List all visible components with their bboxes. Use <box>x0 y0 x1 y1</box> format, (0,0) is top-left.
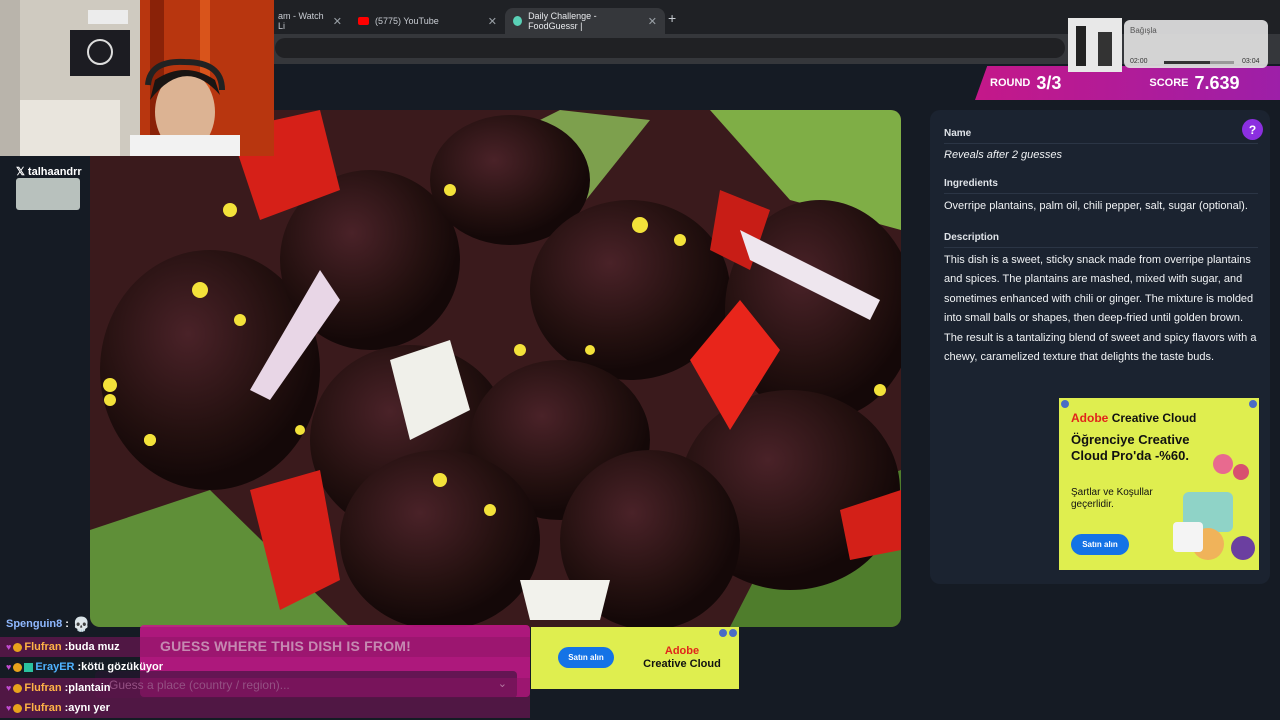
thumbnail-image <box>16 178 80 210</box>
x-handle: 𝕏 talhaandrr <box>16 165 82 178</box>
divider <box>944 247 1258 248</box>
tab-youtube[interactable]: (5775) YouTube ✕ <box>350 8 505 34</box>
mod-badge-icon <box>24 662 34 672</box>
tab-label: Daily Challenge - FoodGuessr | <box>528 11 597 31</box>
tab-foodguessr[interactable]: Daily Challenge - FoodGuessr | ✕ <box>505 8 665 34</box>
new-tab-button[interactable]: + <box>668 10 676 26</box>
x-logo-icon: 𝕏 <box>16 166 28 178</box>
ad-illustration <box>1173 454 1255 560</box>
sub-badge-icon <box>13 683 23 693</box>
song-length: 03:04 <box>1242 58 1260 65</box>
ad-brand-product: Creative Cloud <box>643 658 721 670</box>
address-field[interactable] <box>275 38 1065 58</box>
webcam-overlay <box>0 0 274 156</box>
heart-badge-icon: ♥ <box>6 683 12 693</box>
dish-image <box>90 110 901 627</box>
dish-photo <box>90 110 901 627</box>
chat-text: buda muz <box>68 641 120 653</box>
ad-close-icon[interactable] <box>729 629 737 637</box>
ingredients-heading: Ingredients <box>944 178 998 189</box>
chat-username: ErayER <box>35 661 75 673</box>
song-title: Bağışla <box>1130 26 1157 35</box>
tab-label: (5775) YouTube <box>375 16 439 26</box>
chat-username: Flufran <box>24 641 62 653</box>
foodguessr-icon <box>513 16 523 26</box>
round-label: ROUND <box>990 77 1031 89</box>
x-handle-text: talhaandrr <box>27 166 82 178</box>
album-cover <box>1068 18 1122 72</box>
sub-badge-icon <box>13 662 23 672</box>
ad-brand-adobe: Adobe <box>1071 411 1109 425</box>
chat-username: Flufran <box>24 682 62 694</box>
divider <box>944 143 1258 144</box>
divider <box>944 193 1258 194</box>
chat-username: Flufran <box>24 702 62 714</box>
chat-message: ♥ Flufran : buda muz <box>0 638 120 656</box>
chat-text: aynı yer <box>68 702 110 714</box>
advertisement[interactable]: Adobe Creative Cloud Öğrenciye Creative … <box>1059 398 1259 570</box>
ad-brand: Adobe Creative Cloud <box>1071 411 1196 425</box>
description-heading: Description <box>944 232 1000 243</box>
close-tab-icon[interactable]: ✕ <box>333 15 342 28</box>
song-progress-bar <box>1164 61 1234 64</box>
chat-username: Spenguin8 <box>6 618 63 630</box>
sub-badge-icon <box>13 703 23 713</box>
song-progress-fill <box>1164 61 1210 64</box>
tab-twitch[interactable]: am - Watch Li ✕ <box>270 8 350 34</box>
chat-message: Spenguin8 : 💀 <box>0 615 90 633</box>
description-value: This dish is a sweet, sticky snack made … <box>944 254 1257 364</box>
ad-info-icon[interactable] <box>719 629 727 637</box>
round-value: 3/3 <box>1036 72 1062 93</box>
heart-badge-icon: ♥ <box>6 703 12 713</box>
chat-text: kötü gözüküyor <box>81 661 164 673</box>
chat-message: ♥ Flufran : aynı yer <box>0 699 110 717</box>
ad-brand-product: Creative Cloud <box>1111 411 1197 425</box>
song-current-time: 02:00 <box>1130 58 1148 65</box>
ad-brand: Adobe Creative Cloud <box>637 645 727 671</box>
ad-buy-button[interactable]: Satın alın <box>1071 534 1129 555</box>
score-label: SCORE <box>1149 77 1189 89</box>
heart-badge-icon: ♥ <box>6 662 12 672</box>
chat-text: plantain <box>68 682 111 694</box>
chat-message: ♥ ErayER : kötü gözüküyor <box>0 658 163 676</box>
ad-buy-button[interactable]: Satın alın <box>558 647 614 668</box>
ad-close-icon[interactable] <box>1249 400 1257 408</box>
ad-brand-adobe: Adobe <box>664 645 700 657</box>
close-tab-icon[interactable]: ✕ <box>648 15 657 28</box>
help-icon[interactable]: ? <box>1242 119 1263 140</box>
webcam-feed <box>0 0 274 156</box>
youtube-icon <box>358 17 369 25</box>
sub-badge-icon <box>13 642 23 652</box>
album-art <box>1068 18 1122 72</box>
ad-info-icon[interactable] <box>1061 400 1069 408</box>
chat-message: ♥ Flufran : plantain <box>0 679 110 697</box>
ingredients-value: Overripe plantains, palm oil, chili pepp… <box>944 200 1248 212</box>
skull-emote-icon: 💀 <box>72 615 91 632</box>
name-heading: Name <box>944 128 972 139</box>
score-value: 7.639 <box>1194 72 1240 93</box>
chat-separator: : <box>65 618 69 630</box>
tab-label: am - Watch Li <box>278 11 324 31</box>
heart-badge-icon: ♥ <box>6 642 12 652</box>
music-info: Bağışla 02:00 03:04 <box>1124 20 1268 68</box>
name-value: Reveals after 2 guesses <box>944 149 1063 161</box>
now-playing-widget: Bağışla 02:00 03:04 <box>1068 16 1268 74</box>
close-tab-icon[interactable]: ✕ <box>488 15 497 28</box>
bottom-advertisement[interactable]: Satın alın Adobe Creative Cloud <box>531 627 739 689</box>
